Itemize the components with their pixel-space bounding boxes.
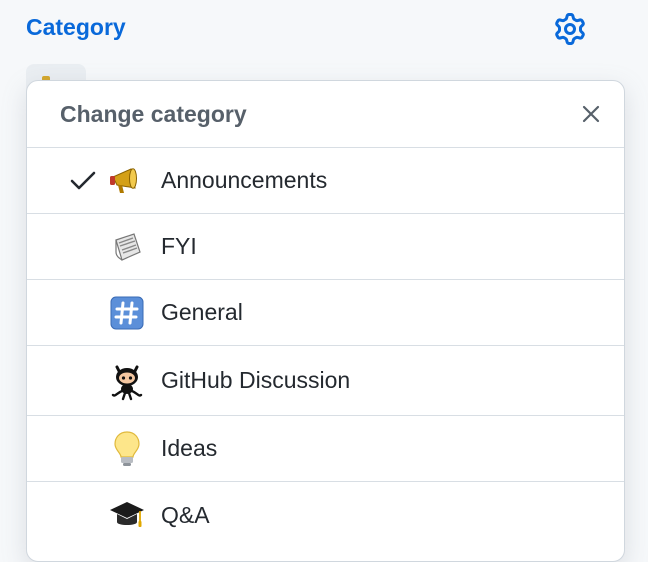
- megaphone-icon: [107, 161, 147, 201]
- category-item-fyi[interactable]: FYI: [27, 214, 624, 280]
- change-category-dropdown: Change category Announcements FYI Genera…: [26, 80, 625, 562]
- category-heading: Category: [26, 14, 126, 40]
- category-item-general[interactable]: General: [27, 280, 624, 346]
- category-item-github-discussion[interactable]: GitHub Discussion: [27, 346, 624, 416]
- category-item-ideas[interactable]: Ideas: [27, 416, 624, 482]
- category-label: General: [161, 299, 243, 325]
- newspaper-icon: [107, 227, 147, 267]
- category-label: GitHub Discussion: [161, 367, 351, 393]
- close-icon[interactable]: [576, 99, 606, 129]
- gear-icon[interactable]: [551, 10, 589, 48]
- dropdown-title: Change category: [60, 100, 247, 127]
- category-label: FYI: [161, 233, 197, 259]
- hash-keycap-icon: [107, 293, 147, 333]
- category-label: Announcements: [161, 167, 328, 193]
- category-label: Q&A: [161, 501, 210, 528]
- octocat-icon: [107, 361, 147, 401]
- light-bulb-icon: [107, 429, 147, 469]
- category-item-announcements[interactable]: Announcements: [27, 148, 624, 214]
- check-icon: [59, 161, 107, 201]
- category-item-qa[interactable]: Q&A: [27, 482, 624, 548]
- dropdown-header: Change category: [27, 81, 624, 148]
- graduation-cap-icon: [107, 495, 147, 535]
- category-label: Ideas: [161, 435, 218, 461]
